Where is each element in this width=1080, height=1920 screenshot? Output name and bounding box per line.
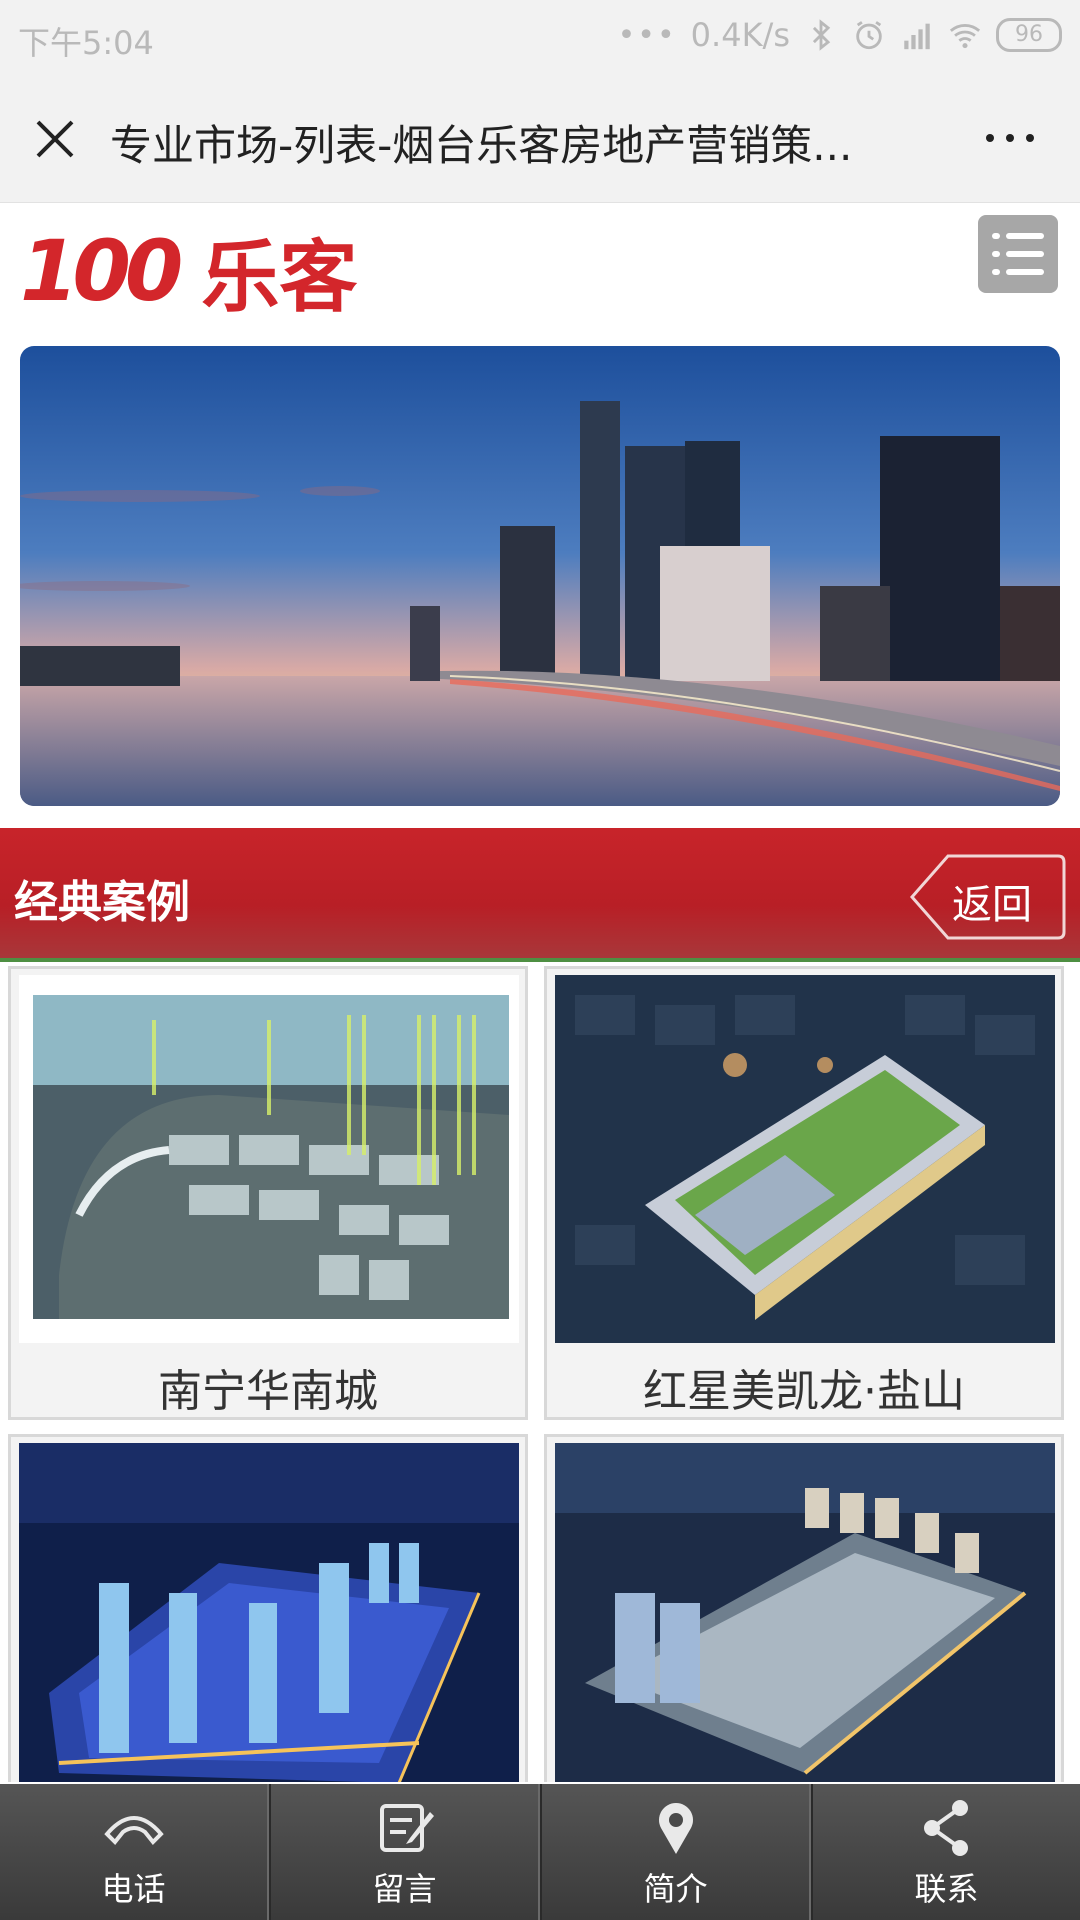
back-button[interactable]: 返回 xyxy=(908,852,1068,942)
page-title: 专业市场-列表-烟台乐客房地产营销策... xyxy=(110,121,853,170)
bluetooth-icon xyxy=(812,19,831,51)
banner-image[interactable] xyxy=(20,346,1060,806)
section-header: 经典案例 返回 xyxy=(0,828,1080,962)
tab-label: 简介 xyxy=(643,1870,708,1908)
network-speed: 0.4K/s xyxy=(690,16,790,54)
case-image xyxy=(555,1443,1055,1782)
case-card[interactable]: 南宁华南城 xyxy=(8,966,528,1420)
logo[interactable]: 100 乐客 xyxy=(20,215,357,327)
status-time: 下午5:04 xyxy=(18,24,154,62)
case-grid: 南宁华南城 红星美凯龙·盐山 xyxy=(0,962,1080,1782)
tab-label: 留言 xyxy=(372,1870,437,1908)
status-icons: ••• 0.4K/s 96 xyxy=(618,16,1062,54)
tab-label: 联系 xyxy=(914,1870,979,1908)
battery-icon: 96 xyxy=(996,18,1062,52)
site-header: 100 乐客 xyxy=(0,203,1080,343)
signal-icon xyxy=(904,23,930,50)
bottom-tab-bar: 电话 留言 简介 联系 xyxy=(0,1784,1080,1920)
case-card[interactable] xyxy=(544,1434,1064,1782)
alarm-icon xyxy=(856,21,882,50)
tab-contact[interactable]: 联系 xyxy=(811,1784,1080,1920)
menu-button[interactable] xyxy=(978,215,1058,293)
more-dots-icon: ••• xyxy=(617,17,677,53)
city-skyline-image xyxy=(20,346,1060,806)
phone-icon xyxy=(103,1816,164,1845)
tab-label: 电话 xyxy=(101,1870,166,1908)
close-icon[interactable] xyxy=(30,114,80,164)
tab-message[interactable]: 留言 xyxy=(269,1784,540,1920)
more-options-icon[interactable] xyxy=(980,118,1040,158)
wifi-icon xyxy=(949,24,981,49)
case-name: 红星美凯龙·盐山 xyxy=(643,1366,965,1417)
share-icon xyxy=(923,1800,968,1856)
case-card[interactable] xyxy=(8,1434,528,1782)
message-icon xyxy=(379,1804,434,1852)
tab-intro[interactable]: 简介 xyxy=(540,1784,811,1920)
status-bar: 下午5:04 ••• 0.4K/s 96 xyxy=(0,0,1080,76)
logo-number: 100 xyxy=(20,222,183,320)
case-card[interactable]: 红星美凯龙·盐山 xyxy=(544,966,1064,1420)
case-image xyxy=(19,1443,519,1782)
location-pin-icon xyxy=(658,1803,693,1854)
case-image xyxy=(19,975,519,1343)
logo-text: 乐客 xyxy=(201,233,358,323)
case-image xyxy=(555,975,1055,1343)
back-button-label: 返回 xyxy=(952,882,1032,928)
tab-phone[interactable]: 电话 xyxy=(0,1784,269,1920)
title-bar: 专业市场-列表-烟台乐客房地产营销策... xyxy=(0,76,1080,203)
case-name: 南宁华南城 xyxy=(158,1366,378,1417)
section-title: 经典案例 xyxy=(14,877,190,928)
